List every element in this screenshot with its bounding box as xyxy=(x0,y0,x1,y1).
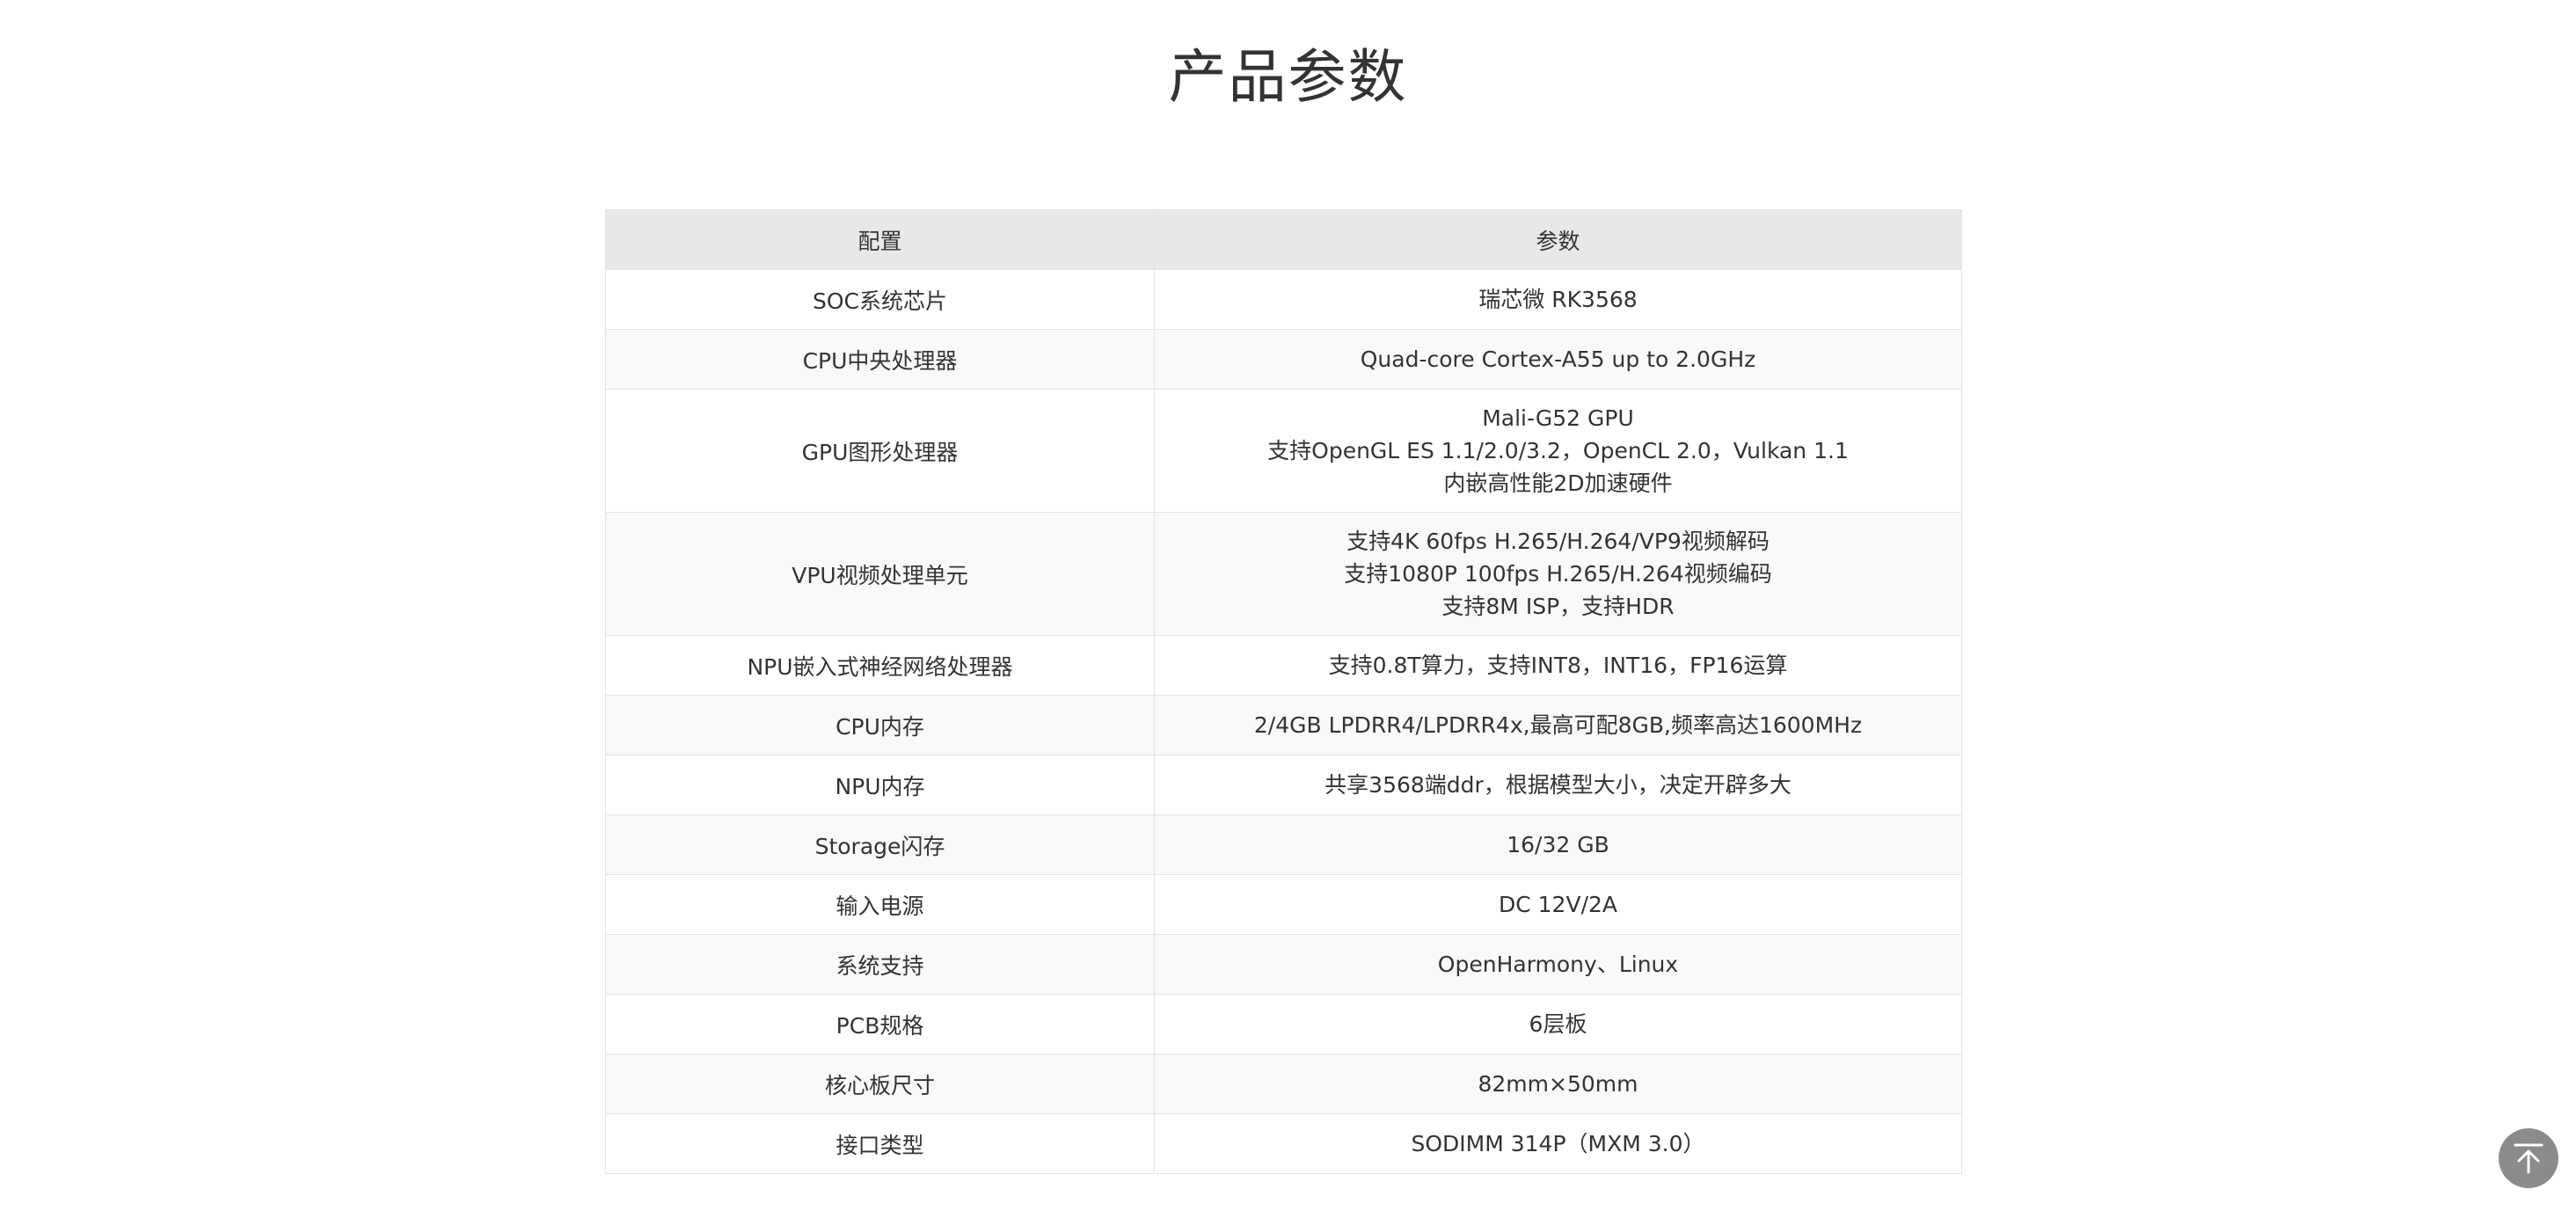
table-row: PCB规格 6层板 xyxy=(605,994,1962,1054)
table-row: VPU视频处理单元 支持4K 60fps H.265/H.264/VP9视频解码… xyxy=(605,512,1962,636)
value-line: 82mm×50mm xyxy=(1478,1071,1638,1097)
row-value: Quad-core Cortex-A55 up to 2.0GHz xyxy=(1154,329,1962,390)
table-row: 系统支持 OpenHarmony、Linux xyxy=(605,934,1962,995)
row-config: Storage闪存 xyxy=(605,814,1155,875)
value-line: 6层板 xyxy=(1529,1011,1587,1037)
table-row: CPU中央处理器 Quad-core Cortex-A55 up to 2.0G… xyxy=(605,329,1962,390)
table-header-row: 配置 参数 xyxy=(605,209,1962,270)
table-row: CPU内存 2/4GB LPDRR4/LPDRR4x,最高可配8GB,频率高达1… xyxy=(605,695,1962,755)
row-value: 6层板 xyxy=(1154,994,1962,1054)
row-config: 系统支持 xyxy=(605,934,1155,995)
row-config: NPU嵌入式神经网络处理器 xyxy=(605,635,1155,696)
row-value: 2/4GB LPDRR4/LPDRR4x,最高可配8GB,频率高达1600MHz xyxy=(1154,695,1962,755)
value-line: 16/32 GB xyxy=(1507,832,1609,857)
value-line: 瑞芯微 RK3568 xyxy=(1478,287,1638,312)
value-line: OpenHarmony、Linux xyxy=(1437,952,1679,977)
table-row: NPU内存 共享3568端ddr，根据模型大小，决定开辟多大 xyxy=(605,755,1962,815)
arrow-up-to-top-icon xyxy=(2514,1143,2543,1174)
value-line: 支持4K 60fps H.265/H.264/VP9视频解码 xyxy=(1346,529,1770,554)
value-line: 支持1080P 100fps H.265/H.264视频编码 xyxy=(1344,561,1772,587)
header-params: 参数 xyxy=(1154,209,1962,270)
page-title: 产品参数 xyxy=(1168,43,1408,111)
value-line: SODIMM 314P（MXM 3.0） xyxy=(1411,1131,1705,1156)
row-value: OpenHarmony、Linux xyxy=(1154,934,1962,995)
value-line: 支持OpenGL ES 1.1/2.0/3.2，OpenCL 2.0，Vulka… xyxy=(1267,438,1849,463)
row-config: VPU视频处理单元 xyxy=(605,512,1155,636)
row-config: 输入电源 xyxy=(605,874,1155,935)
row-value: 16/32 GB xyxy=(1154,814,1962,875)
row-value: 支持0.8T算力，支持INT8，INT16，FP16运算 xyxy=(1154,635,1962,696)
value-line: Quad-core Cortex-A55 up to 2.0GHz xyxy=(1360,347,1756,372)
table-row: 核心板尺寸 82mm×50mm xyxy=(605,1054,1962,1114)
value-line: Mali-G52 GPU xyxy=(1482,405,1634,431)
row-config: SOC系统芯片 xyxy=(605,269,1155,330)
row-config: 核心板尺寸 xyxy=(605,1054,1155,1114)
row-value: 共享3568端ddr，根据模型大小，决定开辟多大 xyxy=(1154,755,1962,815)
row-value: DC 12V/2A xyxy=(1154,874,1962,935)
spec-table: 配置 参数 SOC系统芯片 瑞芯微 RK3568 CPU中央处理器 Quad-c… xyxy=(605,209,1962,1174)
back-to-top-button[interactable] xyxy=(2499,1128,2558,1188)
table-row: 接口类型 SODIMM 314P（MXM 3.0） xyxy=(605,1113,1962,1174)
row-config: GPU图形处理器 xyxy=(605,389,1155,513)
table-row: GPU图形处理器 Mali-G52 GPU 支持OpenGL ES 1.1/2.… xyxy=(605,389,1962,513)
row-value: Mali-G52 GPU 支持OpenGL ES 1.1/2.0/3.2，Ope… xyxy=(1154,389,1962,513)
table-row: SOC系统芯片 瑞芯微 RK3568 xyxy=(605,269,1962,330)
header-config: 配置 xyxy=(605,209,1155,270)
row-config: 接口类型 xyxy=(605,1113,1155,1174)
row-config: NPU内存 xyxy=(605,755,1155,815)
value-line: 支持0.8T算力，支持INT8，INT16，FP16运算 xyxy=(1328,653,1788,678)
table-row: 输入电源 DC 12V/2A xyxy=(605,874,1962,935)
row-config: CPU内存 xyxy=(605,695,1155,755)
row-value: 支持4K 60fps H.265/H.264/VP9视频解码 支持1080P 1… xyxy=(1154,512,1962,636)
table-row: NPU嵌入式神经网络处理器 支持0.8T算力，支持INT8，INT16，FP16… xyxy=(605,635,1962,696)
table-row: Storage闪存 16/32 GB xyxy=(605,814,1962,875)
value-line: 支持8M ISP，支持HDR xyxy=(1441,594,1675,619)
row-value: SODIMM 314P（MXM 3.0） xyxy=(1154,1113,1962,1174)
row-config: PCB规格 xyxy=(605,994,1155,1054)
row-value: 瑞芯微 RK3568 xyxy=(1154,269,1962,330)
row-config: CPU中央处理器 xyxy=(605,329,1155,390)
value-line: DC 12V/2A xyxy=(1499,892,1617,917)
value-line: 共享3568端ddr，根据模型大小，决定开辟多大 xyxy=(1324,772,1792,798)
row-value: 82mm×50mm xyxy=(1154,1054,1962,1114)
value-line: 2/4GB LPDRR4/LPDRR4x,最高可配8GB,频率高达1600MHz xyxy=(1253,712,1863,738)
value-line: 内嵌高性能2D加速硬件 xyxy=(1443,471,1673,496)
